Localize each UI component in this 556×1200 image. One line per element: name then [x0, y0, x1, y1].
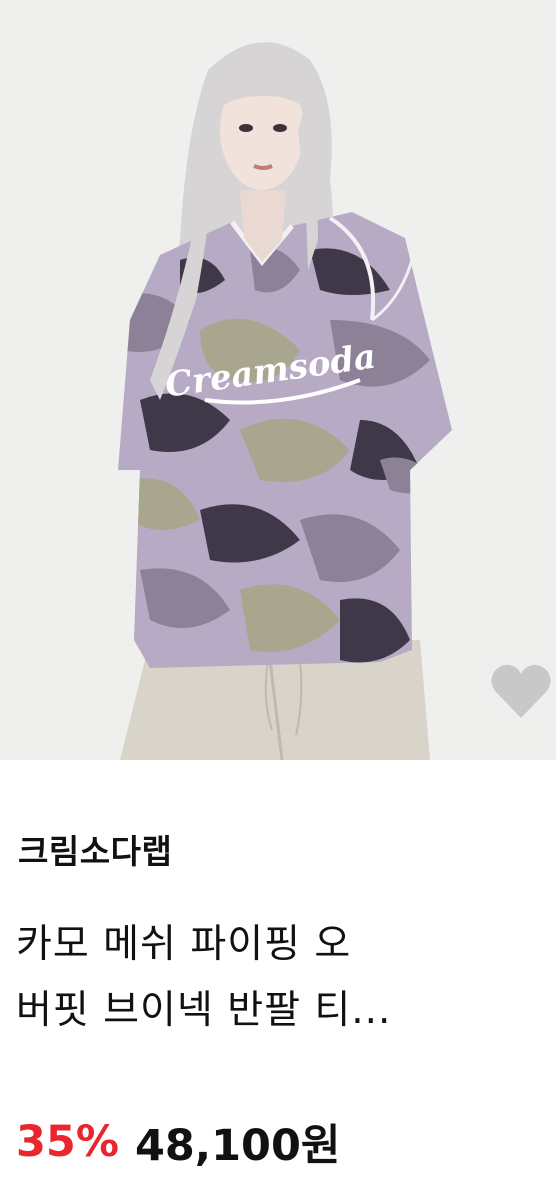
product-photo-illustration: Creamsoda — [0, 0, 556, 760]
product-title-line-2: 버핏 브이넥 반팔 티... — [16, 988, 392, 1033]
discount-rate: 35% — [16, 1117, 119, 1167]
product-title[interactable]: 카모 메쉬 파이핑 오 버핏 브이넥 반팔 티... — [16, 912, 550, 1044]
wishlist-button[interactable] — [486, 656, 556, 726]
product-image[interactable]: Creamsoda — [0, 0, 556, 760]
product-card[interactable]: Creamsoda 크림소다랩 카모 메쉬 파이핑 오 버핏 브이넥 반팔 티.… — [0, 0, 556, 1200]
brand-name[interactable]: 크림소다랩 — [18, 826, 172, 878]
heart-icon — [491, 664, 551, 718]
product-title-line-1: 카모 메쉬 파이핑 오 — [16, 922, 352, 967]
price-row: 35% 48,100원 — [16, 1112, 340, 1172]
sale-price: 48,100원 — [134, 1121, 341, 1171]
